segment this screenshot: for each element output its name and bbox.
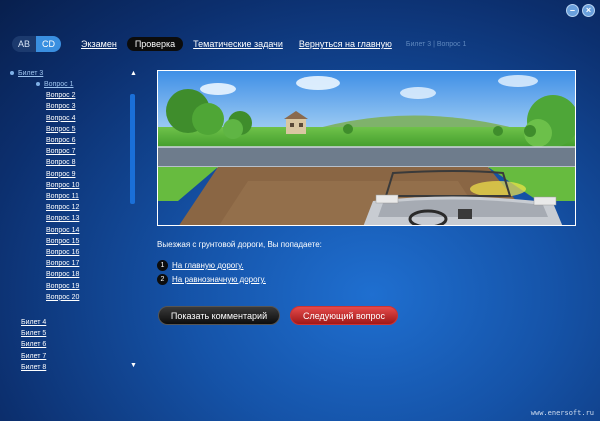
tree-question-5[interactable]: Вопрос 5	[46, 126, 75, 133]
question-label: Вопрос 20	[46, 293, 80, 301]
nav-check-tab[interactable]: Проверка	[126, 37, 184, 51]
tree-ticket-4[interactable]: Билет 4	[21, 319, 46, 326]
tree-question-14[interactable]: Вопрос 14	[46, 227, 79, 234]
question-label: Вопрос 1	[44, 81, 74, 88]
nav-home-link[interactable]: Вернуться на главную	[299, 39, 392, 49]
tree-question-10[interactable]: Вопрос 10	[46, 182, 79, 189]
answer-option-2[interactable]: 2 На равнозначную дорогу.	[157, 274, 266, 285]
category-switch: AB CD	[12, 36, 62, 52]
question-label: Вопрос 10	[46, 181, 80, 189]
question-label: Вопрос 6	[46, 137, 76, 144]
tree-question-2[interactable]: Вопрос 2	[46, 92, 75, 99]
tree-question-8[interactable]: Вопрос 8	[46, 159, 75, 166]
question-label: Вопрос 13	[46, 215, 80, 223]
tree-question-9[interactable]: Вопрос 9	[46, 171, 75, 178]
road-scene-image	[158, 71, 575, 225]
nav-exam-link[interactable]: Экзамен	[81, 39, 117, 49]
answer-label: На главную дорогу.	[172, 261, 244, 270]
question-label: Вопрос 18	[46, 271, 80, 279]
scrollbar-thumb[interactable]	[130, 94, 135, 204]
tree-question-20[interactable]: Вопрос 20	[46, 294, 79, 301]
question-illustration	[157, 70, 576, 226]
watermark: www.enersoft.ru	[530, 409, 594, 417]
tree-question-19[interactable]: Вопрос 19	[46, 283, 79, 290]
tree-question-11[interactable]: Вопрос 11	[46, 193, 79, 200]
tree-question-15[interactable]: Вопрос 15	[46, 238, 79, 245]
question-label: Вопрос 2	[46, 92, 76, 100]
tree-ticket-current[interactable]: Билет 3	[10, 70, 43, 77]
tree-question-12[interactable]: Вопрос 12	[46, 204, 79, 211]
ticket-label: Билет 3	[18, 70, 44, 77]
ticket-tree: Билет 3 Вопрос 1 Вопрос 2 Вопрос 3 Вопрос 4…	[8, 66, 138, 376]
question-label: Вопрос 3	[46, 103, 76, 111]
category-ab-toggle[interactable]: AB	[12, 36, 37, 52]
question-label: Вопрос 8	[46, 159, 76, 167]
question-label: Вопрос 17	[46, 260, 80, 268]
question-label: Вопрос 12	[46, 204, 80, 212]
question-label: Вопрос 14	[46, 226, 80, 234]
category-cd-toggle[interactable]: CD	[36, 36, 62, 52]
top-navigation: AB CD Экзамен Проверка Тематические зада…	[12, 36, 466, 52]
nav-topics-link[interactable]: Тематические задачи	[193, 39, 283, 49]
bullet-icon	[36, 82, 40, 87]
question-label: Вопрос 5	[46, 125, 76, 133]
answer-option-1[interactable]: 1 На главную дорогу.	[157, 260, 244, 271]
tree-question-6[interactable]: Вопрос 6	[46, 137, 75, 144]
question-label: Вопрос 16	[46, 249, 80, 256]
question-label: Вопрос 19	[46, 282, 80, 290]
tree-question-13[interactable]: Вопрос 13	[46, 215, 79, 222]
show-comment-button[interactable]: Показать комментарий	[158, 306, 280, 325]
question-text: Выезжая с грунтовой дороги, Вы попадаете…	[157, 240, 322, 249]
tree-ticket-7[interactable]: Билет 7	[21, 353, 46, 360]
tree-question-7[interactable]: Вопрос 7	[46, 148, 75, 155]
question-label: Вопрос 11	[46, 193, 79, 200]
question-label: Вопрос 9	[46, 170, 76, 178]
next-question-button[interactable]: Следующий вопрос	[290, 306, 398, 325]
breadcrumb: Билет 3 | Вопрос 1	[405, 40, 467, 48]
tree-question-1[interactable]: Вопрос 1	[36, 81, 73, 88]
minimize-button[interactable]: –	[566, 4, 579, 17]
answer-number: 2	[157, 274, 168, 285]
tree-question-16[interactable]: Вопрос 16	[46, 249, 79, 256]
tree-question-18[interactable]: Вопрос 18	[46, 271, 79, 278]
question-label: Вопрос 15	[46, 237, 80, 245]
bullet-icon	[10, 71, 14, 76]
scroll-up-icon[interactable]: ▲	[130, 70, 137, 77]
question-label: Вопрос 4	[46, 114, 76, 122]
tree-question-3[interactable]: Вопрос 3	[46, 103, 75, 110]
tree-ticket-5[interactable]: Билет 5	[21, 330, 46, 337]
tree-ticket-8[interactable]: Билет 8	[21, 364, 46, 371]
tree-question-17[interactable]: Вопрос 17	[46, 260, 79, 267]
close-button[interactable]: ×	[582, 4, 595, 17]
tree-question-4[interactable]: Вопрос 4	[46, 115, 75, 122]
tree-ticket-6[interactable]: Билет 6	[21, 341, 46, 348]
answer-label: На равнозначную дорогу.	[172, 275, 266, 284]
answer-number: 1	[157, 260, 168, 271]
scroll-down-icon[interactable]: ▼	[130, 362, 137, 369]
question-label: Вопрос 7	[46, 148, 76, 156]
